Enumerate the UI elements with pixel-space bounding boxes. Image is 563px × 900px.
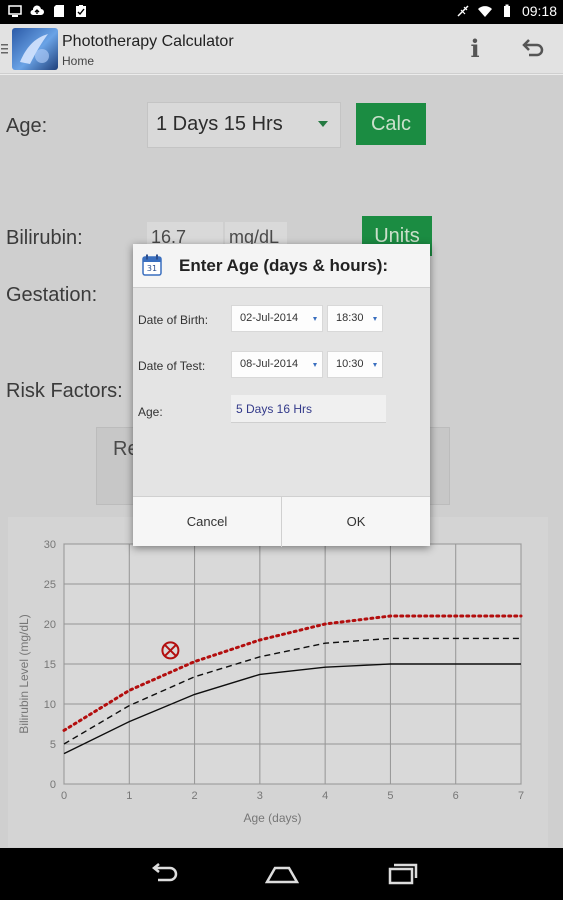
clipboard-icon	[76, 5, 86, 17]
drawer-indicator-icon[interactable]	[1, 44, 9, 54]
cloud-upload-icon	[30, 5, 44, 15]
calendar-icon: 31	[142, 254, 162, 276]
dob-date-spinner[interactable]: 02-Jul-2014	[231, 305, 323, 332]
chevron-down-icon	[373, 363, 377, 367]
status-right: 09:18	[456, 3, 557, 19]
chevron-down-icon	[373, 317, 377, 321]
enter-age-dialog: 31 Enter Age (days & hours): Date of Bir…	[133, 244, 430, 547]
back-icon[interactable]	[146, 862, 180, 886]
recent-apps-icon[interactable]	[384, 862, 418, 886]
dot-time-value: 10:30	[336, 358, 364, 370]
cancel-button[interactable]: Cancel	[133, 497, 281, 547]
dialog-button-bar: Cancel OK	[133, 496, 430, 547]
sd-card-icon	[54, 5, 64, 17]
status-time: 09:18	[521, 3, 557, 19]
status-bar: 09:18	[0, 0, 563, 24]
dialog-title: Enter Age (days & hours):	[179, 256, 389, 275]
chevron-down-icon	[313, 363, 317, 367]
dob-time-value: 18:30	[336, 312, 364, 324]
age-result-field: 5 Days 16 Hrs	[231, 395, 386, 423]
ok-button[interactable]: OK	[282, 497, 430, 547]
app-logo[interactable]	[12, 28, 58, 70]
dob-time-spinner[interactable]: 18:30	[327, 305, 383, 332]
dialog-header: 31 Enter Age (days & hours):	[133, 244, 430, 288]
app-title: Phototherapy Calculator	[62, 33, 234, 50]
home-icon[interactable]	[265, 862, 299, 886]
app-subtitle: Home	[62, 54, 95, 68]
undo-icon[interactable]	[520, 36, 546, 62]
battery-icon	[503, 4, 510, 17]
age-result-label: Age:	[138, 405, 163, 419]
svg-text:31: 31	[147, 264, 157, 273]
dot-label: Date of Test:	[138, 359, 206, 373]
status-left-icons	[8, 4, 88, 18]
app-logo-art	[20, 34, 49, 64]
dob-date-value: 02-Jul-2014	[240, 312, 299, 324]
dot-date-spinner[interactable]: 08-Jul-2014	[231, 351, 323, 378]
dot-date-value: 08-Jul-2014	[240, 358, 299, 370]
dob-label: Date of Birth:	[138, 313, 209, 327]
chevron-down-icon	[313, 317, 317, 321]
info-icon[interactable]: i	[466, 36, 484, 62]
action-bar: Phototherapy Calculator Home i	[0, 24, 563, 74]
screen-icon	[8, 5, 22, 17]
navigation-bar	[0, 848, 563, 900]
dot-time-spinner[interactable]: 10:30	[327, 351, 383, 378]
wifi-icon	[477, 6, 492, 17]
no-signal-icon	[457, 5, 469, 17]
